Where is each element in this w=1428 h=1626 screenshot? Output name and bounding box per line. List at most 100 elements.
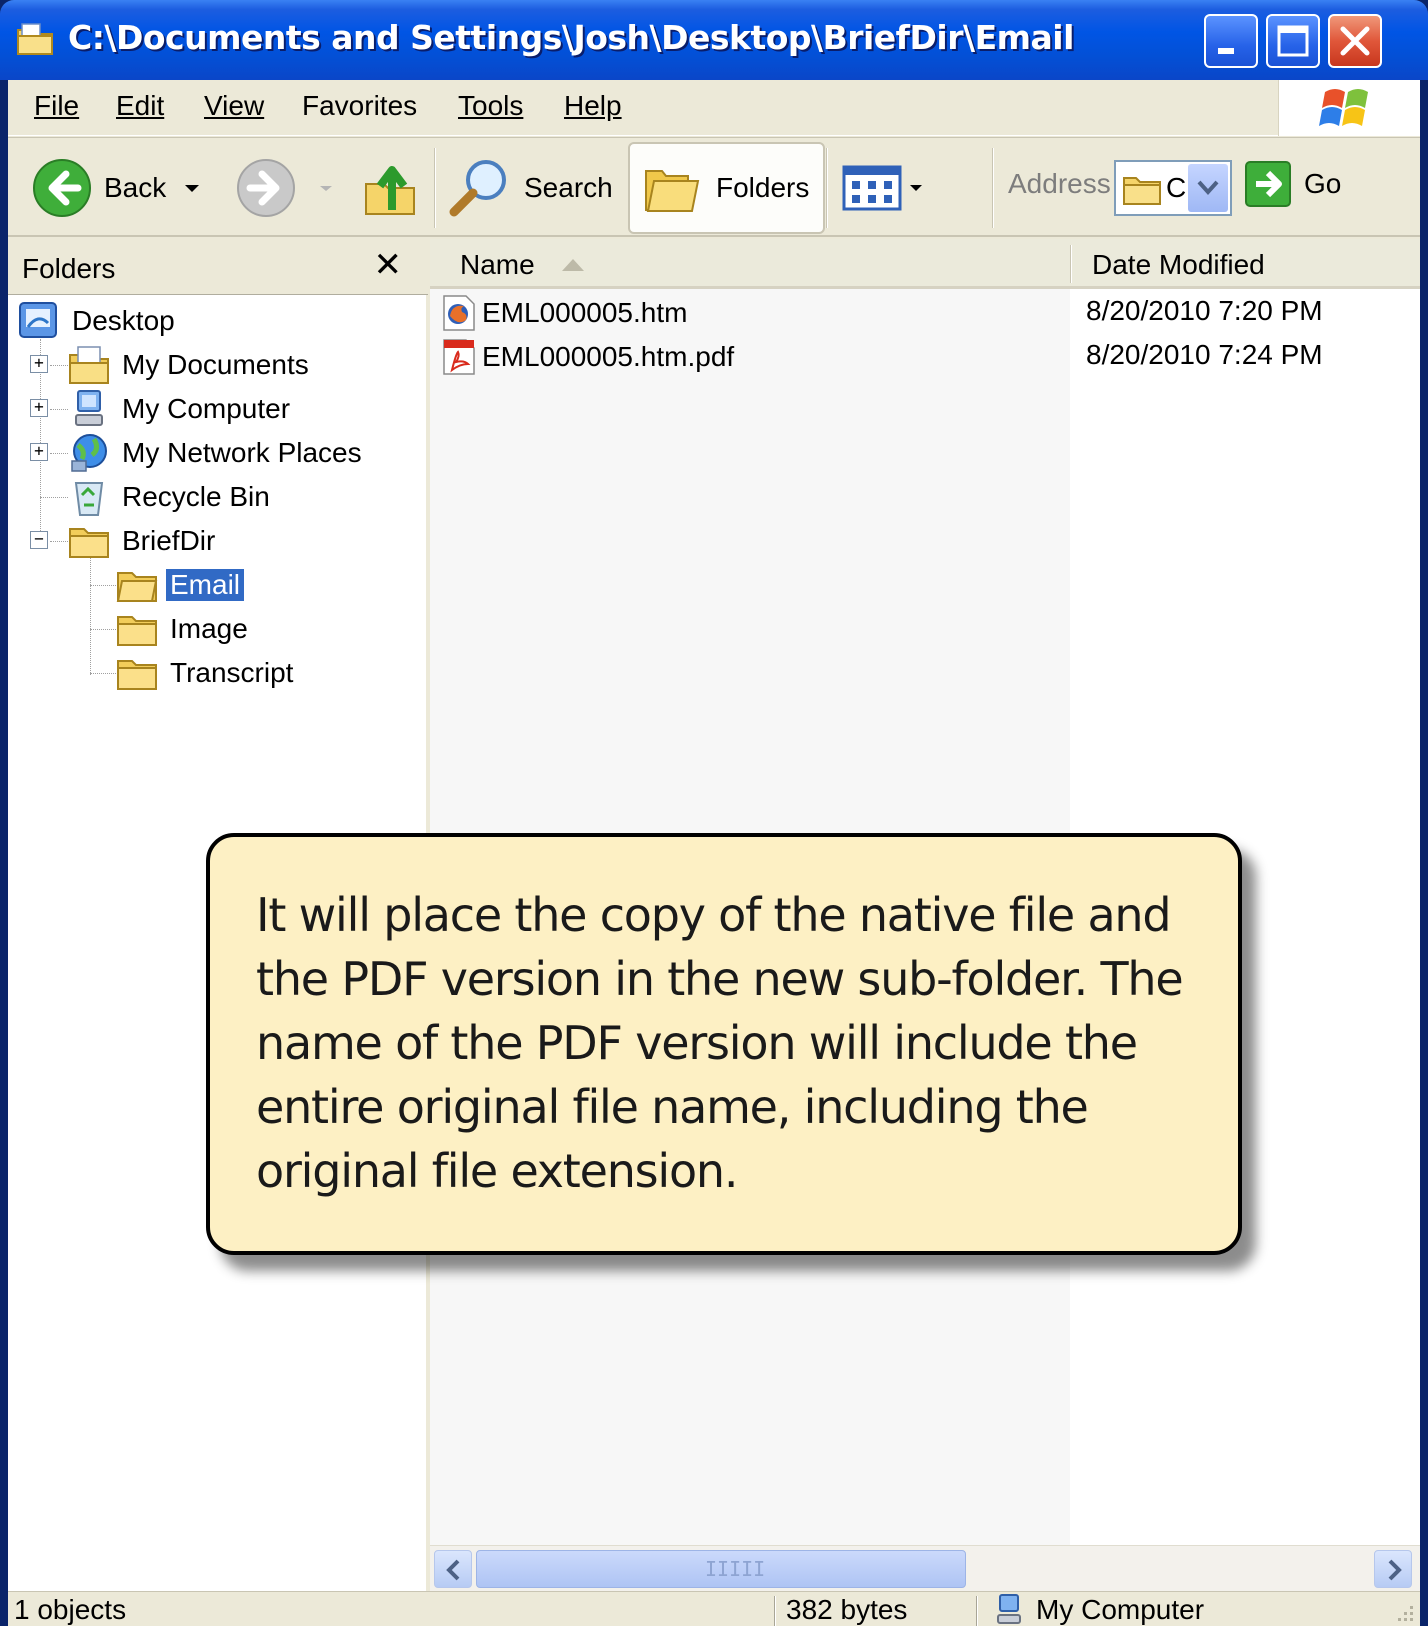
close-window-button[interactable]: [1328, 14, 1382, 68]
my-documents-icon: [69, 346, 109, 384]
tree-line: [50, 409, 68, 410]
column-headers: Name Date Modified: [430, 239, 1420, 289]
menu-file[interactable]: File: [34, 90, 79, 122]
file-row[interactable]: EML000005.htm: [442, 291, 687, 335]
callout-text: It will place the copy of the native fil…: [256, 888, 1184, 1198]
file-date: 8/20/2010 7:24 PM: [1086, 339, 1323, 370]
status-object-count: 1 objects: [14, 1593, 127, 1625]
resize-grip-icon[interactable]: [1392, 1600, 1416, 1624]
close-pane-icon[interactable]: ✕: [374, 245, 403, 285]
go-arrow-icon: [1245, 161, 1291, 207]
tree-line: [90, 673, 116, 674]
tree-item-label: Desktop: [72, 305, 175, 336]
maximize-icon: [1277, 25, 1309, 57]
search-icon: [449, 160, 506, 217]
tree-item-image[interactable]: Image: [116, 607, 252, 651]
tree-item-label: My Network Places: [122, 437, 362, 468]
menu-tools[interactable]: Tools: [458, 90, 523, 122]
tree-item-email[interactable]: Email: [116, 563, 245, 607]
tree-line: [90, 555, 91, 675]
search-button[interactable]: Search: [448, 138, 613, 238]
maximize-button[interactable]: [1266, 14, 1320, 68]
tree-item-recycle-bin[interactable]: Recycle Bin: [68, 475, 274, 519]
folder-window-icon: [17, 23, 53, 55]
toolbar-separator: [434, 148, 436, 228]
column-header-date-modified[interactable]: Date Modified: [1092, 249, 1265, 281]
menu-view-label: View: [204, 90, 265, 121]
tree-item-my-documents[interactable]: My Documents: [68, 343, 313, 387]
close-icon: [1340, 26, 1370, 56]
minimize-icon: [1218, 48, 1234, 54]
tree-item-my-network-places[interactable]: My Network Places: [68, 431, 366, 475]
scroll-right-button[interactable]: [1374, 1550, 1412, 1588]
views-icon: [842, 165, 902, 211]
address-dropdown-button[interactable]: [1188, 164, 1228, 212]
windows-flag-icon: [1319, 89, 1368, 126]
menu-edit[interactable]: Edit: [116, 90, 164, 122]
pdf-icon: [443, 339, 475, 375]
search-label: Search: [524, 172, 613, 203]
tree-item-transcript[interactable]: Transcript: [116, 651, 297, 695]
status-divider: [976, 1596, 978, 1626]
file-row[interactable]: EML000005.htm.pdf: [442, 335, 734, 379]
menu-favorites[interactable]: Favorites: [302, 90, 417, 122]
folders-toggle-button[interactable]: Folders: [628, 142, 826, 234]
file-name: EML000005.htm: [482, 297, 688, 328]
menu-file-label: File: [34, 90, 80, 121]
tree-item-label: My Documents: [122, 349, 309, 380]
column-divider[interactable]: [1070, 245, 1072, 283]
expand-toggle[interactable]: +: [30, 355, 48, 373]
back-dropdown-icon[interactable]: [180, 178, 204, 198]
chevron-down-icon: [1197, 180, 1219, 195]
go-button[interactable]: Go: [1244, 160, 1341, 208]
folders-pane-header: Folders ✕: [8, 239, 428, 295]
desktop-icon: [19, 302, 57, 338]
tree-line: [40, 497, 68, 498]
status-divider: [774, 1596, 776, 1626]
up-folder-button[interactable]: [362, 138, 418, 238]
tree-line: [90, 585, 116, 586]
scroll-left-button[interactable]: [434, 1550, 472, 1588]
toolbar: Back Search Folders Address C Go: [8, 137, 1420, 237]
toolbar-separator: [826, 148, 828, 228]
file-name: EML000005.htm.pdf: [482, 341, 735, 372]
address-label: Address: [1008, 168, 1111, 199]
menu-help-label: Help: [564, 90, 622, 121]
expand-toggle[interactable]: +: [30, 399, 48, 417]
network-places-icon: [71, 434, 107, 472]
tree-item-briefdir[interactable]: BriefDir: [68, 519, 219, 563]
status-zone-label: My Computer: [1036, 1593, 1205, 1625]
recycle-bin-icon: [74, 482, 104, 516]
expand-toggle[interactable]: +: [30, 443, 48, 461]
tree-item-label: Transcript: [170, 657, 294, 688]
address-bar[interactable]: C: [1114, 160, 1232, 216]
menu-view[interactable]: View: [204, 90, 264, 122]
tree-line: [50, 365, 68, 366]
horizontal-scrollbar[interactable]: IIIII: [430, 1545, 1420, 1591]
scrollbar-thumb[interactable]: IIIII: [476, 1550, 966, 1588]
tree-line: [90, 629, 116, 630]
menu-favorites-label: Favorites: [302, 90, 418, 121]
status-bar: 1 objects 382 bytes My Computer: [8, 1591, 1420, 1626]
my-computer-icon: [75, 390, 103, 426]
explorer-window: C:\Documents and Settings\Josh\Desktop\B…: [0, 0, 1428, 1626]
forward-button[interactable]: [236, 138, 338, 238]
tree-item-my-computer[interactable]: My Computer: [68, 387, 294, 431]
scrollbar-grip: IIIII: [705, 1557, 766, 1581]
tree-item-desktop[interactable]: Desktop: [18, 299, 179, 343]
status-size: 382 bytes: [786, 1593, 908, 1625]
folder-icon: [69, 528, 109, 558]
address-value[interactable]: C: [1166, 172, 1186, 204]
forward-dropdown-icon: [320, 186, 332, 191]
tree-item-label: BriefDir: [122, 525, 216, 556]
column-header-name[interactable]: Name: [460, 249, 535, 281]
menu-help[interactable]: Help: [564, 90, 622, 122]
views-button[interactable]: [842, 138, 926, 238]
tree-line: [50, 453, 68, 454]
back-arrow-icon: [33, 159, 91, 217]
minimize-button[interactable]: [1204, 14, 1258, 68]
title-bar[interactable]: C:\Documents and Settings\Josh\Desktop\B…: [0, 0, 1428, 80]
back-button[interactable]: Back: [32, 138, 204, 238]
folders-icon: [645, 170, 700, 212]
collapse-toggle[interactable]: −: [30, 531, 48, 549]
